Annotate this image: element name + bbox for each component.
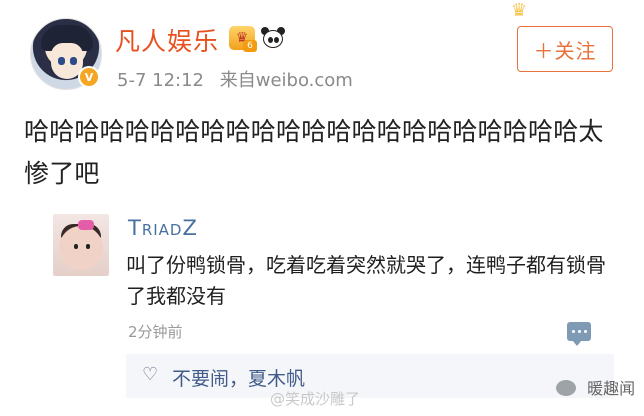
panda-icon [260,26,286,50]
comment-icon[interactable] [567,322,591,346]
post-timestamp: 5-7 12:12 [117,70,204,91]
repost-text: 叫了份鸭锁骨，吃着吃着突然就哭了，连鸭子都有锁骨了我都没有 [126,253,606,308]
repost-author-avatar[interactable] [53,214,109,276]
follow-button[interactable]: ＋关注 [517,26,613,72]
author-name[interactable]: 凡人娱乐 [115,22,219,58]
wechat-icon [556,380,576,396]
repost-author-name[interactable]: TriadZ [128,216,198,240]
like-row: ♡ 不要闹，夏木帆 [126,354,614,398]
heart-icon[interactable]: ♡ [142,364,158,385]
like-names[interactable]: 不要闹，夏木帆 [172,364,305,391]
repost-time: 2分钟前 [128,323,183,341]
repost-card: TriadZ 叫了份鸭锁骨，吃着吃着突然就哭了，连鸭子都有锁骨了我都没有 2分钟… [24,200,624,410]
post-source[interactable]: 来自weibo.com [220,70,353,91]
verified-icon: V [78,66,100,88]
center-watermark: @笑成沙雕了 [270,390,361,408]
top-crown-icon: ♛ [511,0,528,21]
post-text: 哈哈哈哈哈哈哈哈哈哈哈哈哈哈哈哈哈哈哈哈哈哈太惨了吧 [24,117,604,188]
crown-level-badge: 6 [243,40,257,52]
post-meta: 5-7 12:12 来自weibo.com [117,66,353,92]
brand-watermark: 暖趣闻 [556,375,635,399]
brand-name: 暖趣闻 [587,379,636,398]
post-header: ♛ V 凡人娱乐 ♛ 6 5-7 12:12 来自weibo.com ＋关注 [0,0,644,95]
